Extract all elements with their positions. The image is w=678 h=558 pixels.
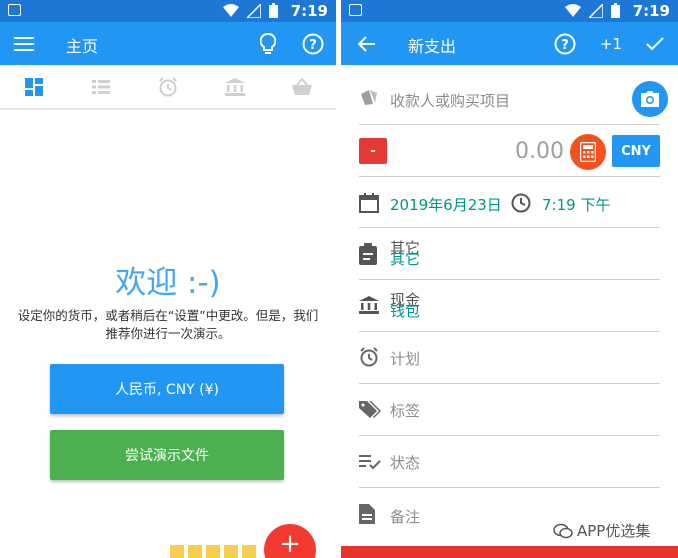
check-icon[interactable]: [641, 30, 669, 58]
amount-value[interactable]: 0.00: [515, 139, 564, 164]
tags-row[interactable]: 标签: [359, 384, 660, 436]
payee-input[interactable]: 收款人或购买项目: [390, 90, 510, 111]
signal-icon: [247, 3, 261, 18]
status-field[interactable]: 状态: [390, 452, 420, 473]
tab-accounts[interactable]: [215, 67, 255, 107]
date-field[interactable]: 2019年6月23日: [390, 194, 502, 215]
app-bar: 新支出 ? +1: [341, 22, 678, 65]
list-icon: [91, 79, 110, 94]
account-value[interactable]: 钱包: [390, 300, 420, 321]
battery-icon: [269, 3, 278, 18]
payee-row[interactable]: 收款人或购买项目: [359, 66, 660, 125]
currency-button[interactable]: 人民币, CNY (¥): [50, 364, 284, 414]
help-icon[interactable]: ?: [299, 30, 327, 58]
tags-icon: [359, 401, 381, 418]
image-notification-icon: [8, 4, 21, 16]
page-title: 新支出: [408, 37, 457, 56]
demo-button[interactable]: 尝试演示文件: [50, 430, 284, 480]
category-row[interactable]: 其它 其它: [359, 228, 660, 280]
back-arrow-icon[interactable]: [353, 30, 381, 58]
lightbulb-icon[interactable]: [254, 30, 282, 58]
clock-icon: [511, 193, 531, 213]
bottom-banner: [341, 546, 678, 558]
welcome-description: 设定你的货币，或者稍后在“设置”中更改。但是，我们推荐你进行一次演示。: [17, 308, 319, 341]
status-time: 7:19: [290, 2, 328, 20]
datetime-row: 2019年6月23日 7:19 下午: [359, 177, 660, 228]
wifi-icon: [223, 4, 239, 17]
menu-icon[interactable]: [10, 30, 38, 58]
svg-text:?: ?: [309, 38, 317, 53]
camera-button[interactable]: [632, 81, 668, 117]
status-time: 7:19: [632, 2, 670, 20]
signal-icon: [589, 3, 603, 18]
currency-selector[interactable]: CNY: [612, 135, 660, 167]
welcome-heading: 欢迎 :-): [115, 265, 221, 301]
tab-schedule[interactable]: [148, 67, 188, 107]
watermark: APP优选集: [553, 520, 650, 541]
watermark-text: APP优选集: [577, 522, 651, 540]
battery-icon: [611, 3, 620, 18]
app-bar: 主页 ?: [0, 22, 336, 65]
wechat-icon: [553, 523, 573, 538]
main-tabs: [0, 65, 336, 110]
help-icon[interactable]: ?: [551, 30, 579, 58]
tab-list[interactable]: [81, 67, 121, 107]
calculator-icon: [580, 142, 596, 162]
time-field[interactable]: 7:19 下午: [542, 194, 610, 215]
category-value[interactable]: 其它: [390, 248, 420, 269]
calendar-icon: [359, 193, 379, 213]
status-row[interactable]: 状态: [359, 436, 660, 488]
tag-icon: [361, 90, 377, 105]
alarm-icon: [159, 76, 177, 96]
bank-icon: [225, 77, 246, 96]
page-title: 主页: [66, 37, 99, 56]
calculator-button[interactable]: [570, 134, 606, 170]
note-field[interactable]: 备注: [390, 506, 420, 527]
tab-dashboard[interactable]: [14, 67, 54, 107]
sign-toggle-button[interactable]: -: [359, 138, 387, 164]
svg-text:?: ?: [561, 38, 569, 53]
decorative-banner: [170, 545, 260, 558]
clipboard-icon: [359, 243, 377, 265]
dashboard-icon: [24, 77, 43, 96]
new-expense-screen: 7:19 新支出 ? +1 收款人或购买项目 - 0.00 CNY 2019年6…: [341, 0, 678, 558]
status-bar: 7:19: [341, 0, 678, 22]
tab-shopping[interactable]: [282, 67, 322, 107]
checklist-icon: [359, 455, 381, 470]
basket-icon: [292, 78, 313, 95]
wifi-icon: [565, 4, 581, 17]
plus-one-button[interactable]: +1: [597, 30, 625, 58]
camera-icon: [641, 90, 659, 107]
plan-field[interactable]: 计划: [390, 348, 420, 369]
status-bar: 7:19: [0, 0, 336, 22]
account-row[interactable]: 现金 钱包: [359, 280, 660, 332]
plan-row[interactable]: 计划: [359, 332, 660, 384]
alarm-icon: [360, 347, 378, 367]
bank-icon: [359, 296, 379, 314]
image-notification-icon: [349, 4, 362, 16]
note-icon: [359, 504, 375, 524]
tags-field[interactable]: 标签: [390, 400, 420, 421]
home-screen: 7:19 主页 ? 欢迎 :-) 设定你的货币，或者稍后在“设置”中更改。但是，…: [0, 0, 336, 558]
add-fab-button[interactable]: +: [264, 524, 316, 558]
